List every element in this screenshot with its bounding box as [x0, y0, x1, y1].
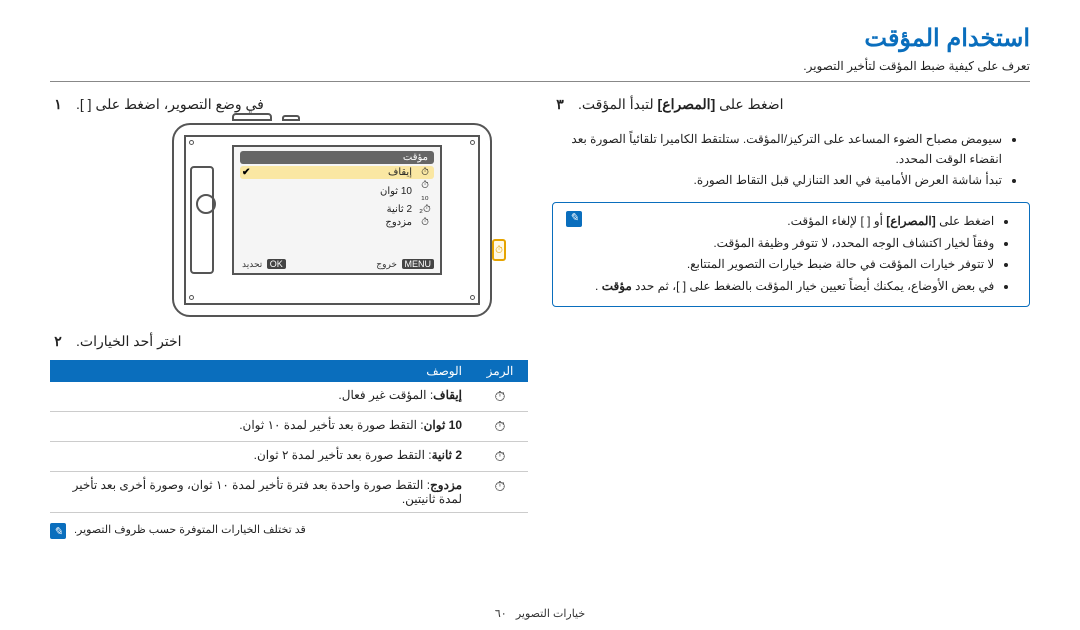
- timer-double-icon: ⏱︎: [418, 217, 432, 228]
- tip-icon: ✎: [566, 211, 582, 227]
- camera-corner-dot: [470, 295, 475, 300]
- step-1: ١ في وضع التصوير، اضغط على [ ].: [50, 96, 528, 113]
- page-title: استخدام المؤقت: [50, 24, 1030, 53]
- camera-dpad-frame: [190, 166, 214, 274]
- step-3-heading-a: اضغط على: [715, 96, 783, 112]
- tip-1-a: اضغط على: [936, 214, 995, 228]
- step-2: ٢ اختر أحد الخيارات.: [50, 333, 528, 350]
- camera-screen: مؤقت ⏱︎ إيقاف ✔ ⏱︎₁₀ 10 ثوان: [232, 145, 442, 275]
- step-3-heading-b: لتبدأ المؤقت.: [578, 96, 654, 112]
- camera-corner-dot: [189, 140, 194, 145]
- step-1-text-span: في وضع التصوير، اضغط على [ ].: [76, 96, 264, 112]
- timer-off-icon: ⏱︎: [418, 167, 432, 178]
- tip-1-bold: [المصراع]: [886, 214, 935, 228]
- camera-side-badge: ⏱: [492, 239, 506, 261]
- tip-4-bold: مؤقت: [602, 279, 632, 293]
- camera-corner-dot: [470, 140, 475, 145]
- note-icon: ✎: [50, 523, 66, 539]
- step-1-number: ١: [50, 96, 66, 113]
- list-item: في بعض الأوضاع، يمكنك أيضاً تعيين خيار ا…: [595, 276, 994, 298]
- timer-10-icon: ⏱︎: [472, 412, 528, 442]
- camera-ok-label: تحديد: [240, 259, 264, 269]
- tip-4-a: في بعض الأوضاع، يمكنك أيضاً تعيين خيار ا…: [632, 279, 994, 293]
- table-footnote-text: قد تختلف الخيارات المتوفرة حسب ظروف التص…: [74, 523, 306, 539]
- camera-menu-title: مؤقت: [240, 151, 434, 164]
- table-footnote: ✎ قد تختلف الخيارات المتوفرة حسب ظروف ال…: [50, 523, 528, 539]
- camera-menu-row-off[interactable]: ⏱︎ إيقاف ✔: [240, 166, 434, 179]
- timer-double-icon: ⏱︎: [472, 472, 528, 513]
- divider: [50, 81, 1030, 82]
- check-icon: ✔: [242, 167, 250, 178]
- list-item: تبدأ شاشة العرض الأمامية في العد التنازل…: [552, 170, 1002, 190]
- table-row: ⏱︎ مزدوج: التقط صورة واحدة بعد فترة تأخي…: [50, 472, 528, 513]
- camera-menu-row-10s[interactable]: ⏱︎₁₀ 10 ثوان: [240, 179, 434, 203]
- camera-corner-dot: [189, 295, 194, 300]
- footer-section: خيارات التصوير: [516, 608, 585, 620]
- camera-dpad[interactable]: [196, 194, 216, 214]
- timer-2-icon: ⏱︎₂: [418, 204, 432, 215]
- option-label: 10 ثوان: [424, 418, 462, 432]
- table-row: ⏱︎ 2 ثانية: التقط صورة بعد تأخير لمدة ٢ …: [50, 442, 528, 472]
- option-desc: : التقط صورة بعد تأخير لمدة ١٠ ثوان.: [239, 418, 423, 432]
- option-label: 2 ثانية: [432, 448, 462, 462]
- page-footer: خيارات التصوير ٦٠: [50, 607, 1030, 620]
- options-table-header-desc: الوصف: [50, 360, 472, 382]
- timer-10-icon: ⏱︎₁₀: [418, 180, 432, 202]
- option-label: إيقاف: [433, 388, 462, 402]
- table-row: ⏱︎ 10 ثوان: التقط صورة بعد تأخير لمدة ١٠…: [50, 412, 528, 442]
- options-table: الرمز الوصف ⏱︎ إيقاف: المؤقت غير فعال. ⏱…: [50, 360, 528, 513]
- timer-off-icon: ⏱︎: [472, 382, 528, 412]
- tip-1-b: أو [ ] لإلغاء المؤقت.: [787, 214, 883, 228]
- camera-menu-row-2s[interactable]: ⏱︎₂ 2 ثانية: [240, 203, 434, 216]
- step-2-text: اختر أحد الخيارات.: [76, 333, 182, 350]
- camera-menu-row-off-label: إيقاف: [388, 167, 412, 178]
- camera-menu-row-2s-label: 2 ثانية: [387, 204, 412, 215]
- step-3-number: ٣: [552, 96, 568, 119]
- camera-menu-row-double-label: مزدوج: [385, 217, 412, 228]
- camera-menu-row-10s-label: 10 ثوان: [380, 186, 412, 197]
- options-table-header-icon: الرمز: [472, 360, 528, 382]
- list-item: وفقاً لخيار اكتشاف الوجه المحدد، لا تتوف…: [595, 233, 994, 255]
- list-item: اضغط على [المصراع] أو [ ] لإلغاء المؤقت.: [595, 211, 994, 233]
- list-item: لا تتوفر خيارات المؤقت في حالة ضبط خيارا…: [595, 254, 994, 276]
- option-desc: : التقط صورة واحدة بعد فترة تأخير لمدة ١…: [73, 478, 462, 506]
- step-3: ٣ اضغط على [المصراع] لتبدأ المؤقت.: [552, 96, 1030, 119]
- tip-4-b: .: [595, 279, 598, 293]
- step-3-bullets: سيومض مصباح الضوء المساعد على التركيز/ال…: [552, 129, 1030, 190]
- option-desc: : التقط صورة بعد تأخير لمدة ٢ ثوان.: [254, 448, 432, 462]
- page-intro: تعرف على كيفية ضبط المؤقت لتأخير التصوير…: [50, 59, 1030, 73]
- step-2-number: ٢: [50, 333, 66, 350]
- table-row: ⏱︎ إيقاف: المؤقت غير فعال.: [50, 382, 528, 412]
- tip-box: ✎ اضغط على [المصراع] أو [ ] لإلغاء المؤق…: [552, 202, 1030, 306]
- option-desc: : المؤقت غير فعال.: [338, 388, 433, 402]
- camera-menu-row-double[interactable]: ⏱︎ مزدوج: [240, 216, 434, 229]
- camera-menu-label: خروج: [374, 259, 399, 269]
- step-3-heading-bold: [المصراع]: [658, 96, 716, 112]
- list-item: سيومض مصباح الضوء المساعد على التركيز/ال…: [552, 129, 1002, 170]
- camera-menu-key: MENU: [402, 259, 435, 269]
- camera-illustration: مؤقت ⏱︎ إيقاف ✔ ⏱︎₁₀ 10 ثوان: [172, 123, 492, 317]
- timer-2-icon: ⏱︎: [472, 442, 528, 472]
- footer-page: ٦٠: [495, 608, 507, 620]
- step-1-text: في وضع التصوير، اضغط على [ ].: [76, 96, 264, 113]
- camera-ok-key: OK: [267, 259, 286, 269]
- step-3-heading: اضغط على [المصراع] لتبدأ المؤقت.: [578, 96, 784, 113]
- option-label: مزدوج: [430, 478, 462, 492]
